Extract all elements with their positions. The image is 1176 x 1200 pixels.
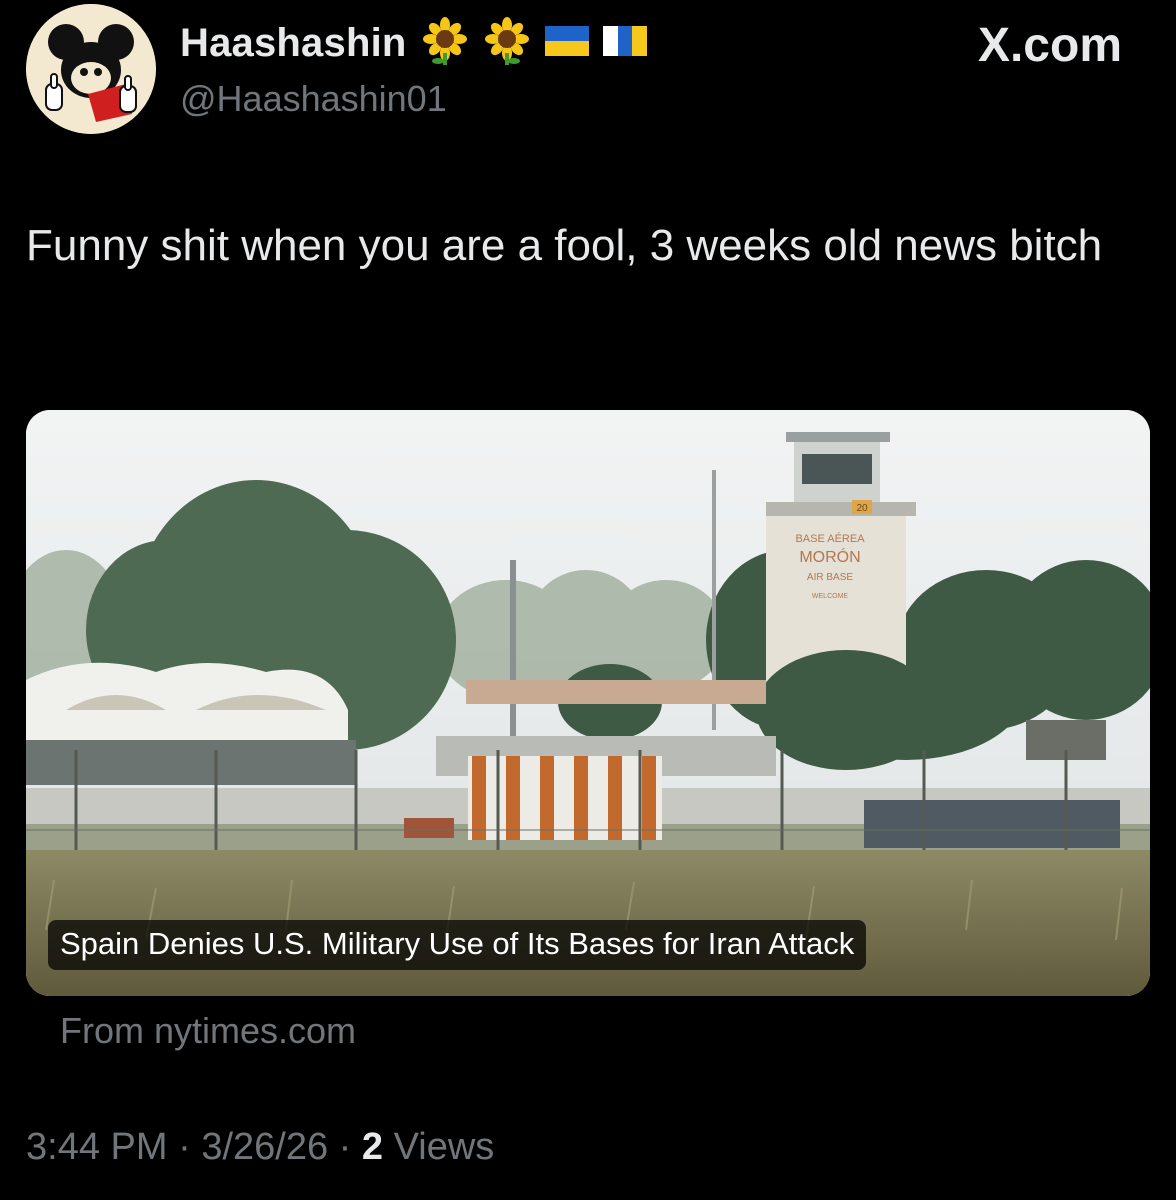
x-logo-label: X.com xyxy=(977,19,1122,72)
meta-separator: · xyxy=(338,1126,352,1168)
views-label: Views xyxy=(393,1126,495,1168)
tweet-date[interactable]: 3/26/26 xyxy=(201,1126,328,1168)
tower-sign-line4: WELCOME xyxy=(812,593,849,600)
link-card[interactable]: 20 BASE AÉREA MORÓN AIR BASE WELCOME Spa… xyxy=(26,410,1150,996)
author-display-name[interactable]: Haashashin xyxy=(180,21,407,66)
site-label: X.com xyxy=(978,18,1122,73)
avatar[interactable] xyxy=(26,4,156,134)
link-card-headline[interactable]: Spain Denies U.S. Military Use of Its Ba… xyxy=(48,920,867,970)
tweet-time[interactable]: 3:44 PM xyxy=(26,1126,168,1168)
sunflower-icon xyxy=(483,16,531,70)
avatar-mouse-icon xyxy=(26,4,156,134)
tweet-meta: 3:44 PM · 3/26/26 · 2 Views xyxy=(26,1126,494,1169)
sunflower-icon xyxy=(421,16,469,70)
tower-sign-line2: MORÓN xyxy=(799,547,860,566)
views-count: 2 xyxy=(361,1126,384,1168)
tower-sign-line1: BASE AÉREA xyxy=(795,532,865,545)
author-handle[interactable]: @Haashashin01 xyxy=(180,78,447,120)
air-base-photo: 20 BASE AÉREA MORÓN AIR BASE WELCOME xyxy=(26,410,1150,996)
tower-number: 20 xyxy=(856,503,868,514)
tower-sign-line3: AIR BASE xyxy=(807,572,853,583)
author-name-row: Haashashin xyxy=(180,16,647,70)
tweet-text: Funny shit when you are a fool, 3 weeks … xyxy=(26,221,1103,270)
link-card-source[interactable]: From nytimes.com xyxy=(60,1010,356,1052)
ukraine-flag-icon xyxy=(544,25,589,61)
meta-separator: · xyxy=(178,1126,191,1168)
canary-islands-flag-icon xyxy=(602,25,647,61)
